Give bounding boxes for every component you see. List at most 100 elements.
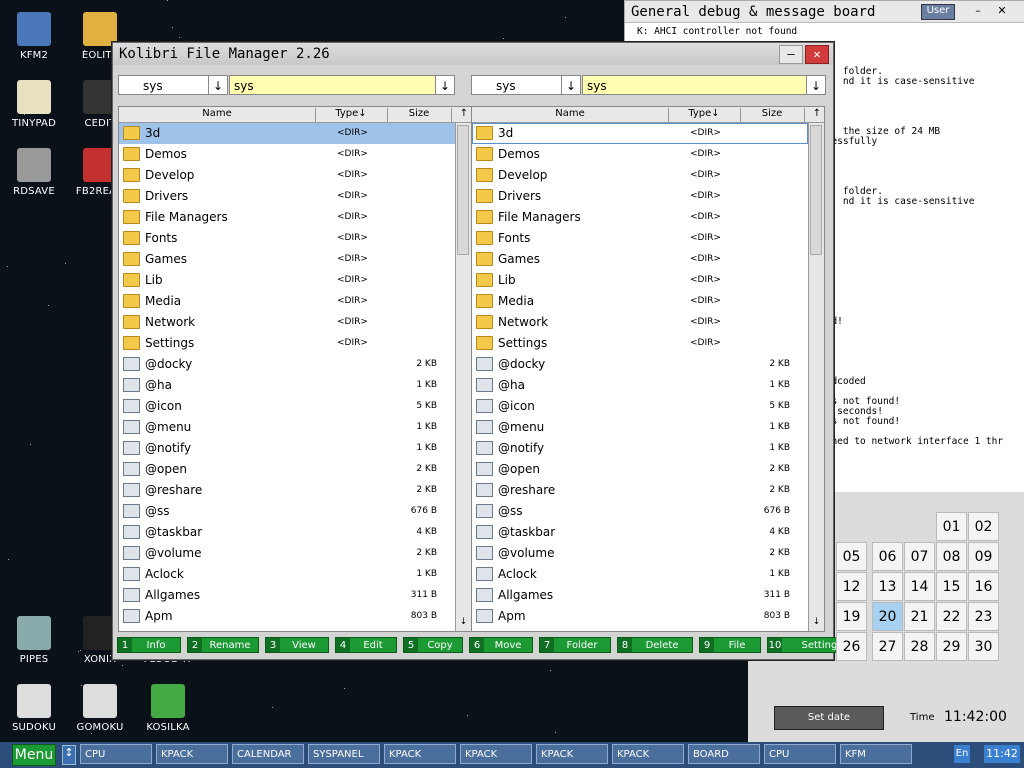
calendar-day[interactable]: 01 bbox=[936, 512, 967, 541]
left-drive-select[interactable]: sys ↓ bbox=[118, 75, 228, 95]
taskbar-item[interactable]: KPACK bbox=[612, 744, 684, 764]
file-row[interactable]: Lib <DIR> bbox=[119, 270, 455, 291]
calendar-day[interactable]: 07 bbox=[904, 542, 935, 571]
file-row[interactable]: @menu 1 KB bbox=[472, 417, 808, 438]
fkey-move-button[interactable]: 6 Move bbox=[469, 637, 533, 653]
file-row[interactable]: Aclock 1 KB bbox=[119, 564, 455, 585]
close-icon[interactable]: ✕ bbox=[995, 4, 1009, 18]
file-row[interactable]: Games <DIR> bbox=[119, 249, 455, 270]
calendar-day[interactable]: 09 bbox=[968, 542, 999, 571]
chevron-down-icon[interactable]: ↓ bbox=[435, 76, 454, 94]
file-row[interactable]: @notify 1 KB bbox=[472, 438, 808, 459]
file-row[interactable]: Demos <DIR> bbox=[119, 144, 455, 165]
calendar-day[interactable]: 16 bbox=[968, 572, 999, 601]
scroll-up-arrow-icon[interactable]: ↑ bbox=[457, 108, 471, 122]
taskbar-item[interactable]: KPACK bbox=[460, 744, 532, 764]
left-path-field[interactable]: sys ↓ bbox=[229, 75, 455, 95]
desktop-icon-sudoku[interactable]: SUDOKU bbox=[2, 684, 66, 733]
file-row[interactable]: Drivers <DIR> bbox=[119, 186, 455, 207]
chevron-down-icon[interactable]: ↓ bbox=[806, 76, 825, 94]
calendar-day[interactable]: 12 bbox=[836, 572, 867, 601]
menu-button[interactable]: Menu bbox=[12, 744, 56, 766]
file-row[interactable]: Settings <DIR> bbox=[119, 333, 455, 354]
file-row[interactable]: @taskbar 4 KB bbox=[472, 522, 808, 543]
file-row[interactable]: Apm 803 B bbox=[119, 606, 455, 627]
scroll-down-arrow-icon[interactable]: ↓ bbox=[456, 617, 471, 631]
size-column-header[interactable]: Size bbox=[387, 108, 452, 122]
calendar-day[interactable]: 15 bbox=[936, 572, 967, 601]
taskbar-item[interactable]: CPU bbox=[764, 744, 836, 764]
fkey-rename-button[interactable]: 2 Rename bbox=[187, 637, 259, 653]
file-row[interactable]: Fonts <DIR> bbox=[472, 228, 808, 249]
desktop-icon-rdsave[interactable]: RDSAVE bbox=[2, 148, 66, 197]
desktop-icon-pipes[interactable]: PIPES bbox=[2, 616, 66, 665]
taskbar-item[interactable]: KFM bbox=[840, 744, 912, 764]
taskbar-item[interactable]: CPU bbox=[80, 744, 152, 764]
file-row[interactable]: @reshare 2 KB bbox=[472, 480, 808, 501]
taskbar-item[interactable]: CALENDAR bbox=[232, 744, 304, 764]
file-row[interactable]: Games <DIR> bbox=[472, 249, 808, 270]
vertical-scrollbar[interactable]: ↓ bbox=[455, 123, 471, 631]
file-manager-titlebar[interactable]: Kolibri File Manager 2.26 – ✕ bbox=[113, 43, 833, 65]
desktop-icon-kfm2[interactable]: KFM2 bbox=[2, 12, 66, 61]
name-column-header[interactable]: Name bbox=[119, 108, 316, 122]
minimize-icon[interactable]: – bbox=[971, 4, 985, 18]
fkey-info-button[interactable]: 1 Info bbox=[117, 637, 181, 653]
fkey-delete-button[interactable]: 8 Delete bbox=[617, 637, 693, 653]
file-row[interactable]: Network <DIR> bbox=[472, 312, 808, 333]
calendar-day[interactable]: 26 bbox=[836, 632, 867, 661]
calendar-day[interactable]: 22 bbox=[936, 602, 967, 631]
file-row[interactable]: File Managers <DIR> bbox=[119, 207, 455, 228]
calendar-day[interactable]: 30 bbox=[968, 632, 999, 661]
file-row[interactable]: @ha 1 KB bbox=[119, 375, 455, 396]
calendar-day[interactable]: 21 bbox=[904, 602, 935, 631]
file-row[interactable]: Allgames 311 B bbox=[472, 585, 808, 606]
user-button[interactable]: User bbox=[921, 4, 955, 20]
fkey-view-button[interactable]: 3 View bbox=[265, 637, 329, 653]
scroll-up-arrow-icon[interactable]: ↑ bbox=[810, 108, 824, 122]
calendar-day[interactable]: 28 bbox=[904, 632, 935, 661]
file-row[interactable]: @open 2 KB bbox=[472, 459, 808, 480]
file-row[interactable]: Develop <DIR> bbox=[472, 165, 808, 186]
close-button[interactable]: ✕ bbox=[805, 45, 829, 64]
file-row[interactable]: 3d <DIR> bbox=[119, 123, 455, 144]
file-row[interactable]: @notify 1 KB bbox=[119, 438, 455, 459]
file-row[interactable]: @ss 676 B bbox=[472, 501, 808, 522]
taskbar-item[interactable]: KPACK bbox=[156, 744, 228, 764]
file-row[interactable]: Demos <DIR> bbox=[472, 144, 808, 165]
file-row[interactable]: @icon 5 KB bbox=[119, 396, 455, 417]
size-column-header[interactable]: Size bbox=[740, 108, 805, 122]
scroll-down-arrow-icon[interactable]: ↓ bbox=[809, 617, 824, 631]
calendar-day[interactable]: 08 bbox=[936, 542, 967, 571]
calendar-day[interactable]: 02 bbox=[968, 512, 999, 541]
file-row[interactable]: @icon 5 KB bbox=[472, 396, 808, 417]
language-indicator[interactable]: En bbox=[954, 745, 970, 763]
taskbar-item[interactable]: KPACK bbox=[384, 744, 456, 764]
file-row[interactable]: Drivers <DIR> bbox=[472, 186, 808, 207]
fkey-edit-button[interactable]: 4 Edit bbox=[335, 637, 397, 653]
file-row[interactable]: @ha 1 KB bbox=[472, 375, 808, 396]
calendar-day[interactable]: 13 bbox=[872, 572, 903, 601]
fkey-folder-button[interactable]: 7 Folder bbox=[539, 637, 611, 653]
swap-arrows-icon[interactable]: ↕ bbox=[62, 745, 76, 765]
file-row[interactable]: 3d <DIR> bbox=[472, 123, 808, 144]
taskbar-item[interactable]: BOARD bbox=[688, 744, 760, 764]
time-value[interactable]: 11:42:00 bbox=[944, 709, 1007, 725]
file-row[interactable]: @docky 2 KB bbox=[472, 354, 808, 375]
file-row[interactable]: Allgames 311 B bbox=[119, 585, 455, 606]
fkey-copy-button[interactable]: 5 Copy bbox=[403, 637, 463, 653]
calendar-day[interactable]: 29 bbox=[936, 632, 967, 661]
file-row[interactable]: Fonts <DIR> bbox=[119, 228, 455, 249]
set-date-button[interactable]: Set date bbox=[774, 706, 884, 730]
type-column-header[interactable]: Type↓ bbox=[315, 108, 388, 122]
file-row[interactable]: File Managers <DIR> bbox=[472, 207, 808, 228]
file-row[interactable]: @volume 2 KB bbox=[472, 543, 808, 564]
file-row[interactable]: Network <DIR> bbox=[119, 312, 455, 333]
right-path-field[interactable]: sys ↓ bbox=[582, 75, 826, 95]
scrollbar-thumb[interactable] bbox=[810, 125, 822, 255]
calendar-day[interactable]: 20 bbox=[872, 602, 903, 631]
calendar-day[interactable]: 23 bbox=[968, 602, 999, 631]
taskbar-clock[interactable]: 11:42 bbox=[984, 745, 1020, 763]
file-manager-window[interactable]: Kolibri File Manager 2.26 – ✕ sys ↓ sys … bbox=[112, 42, 863, 660]
file-row[interactable]: Aclock 1 KB bbox=[472, 564, 808, 585]
